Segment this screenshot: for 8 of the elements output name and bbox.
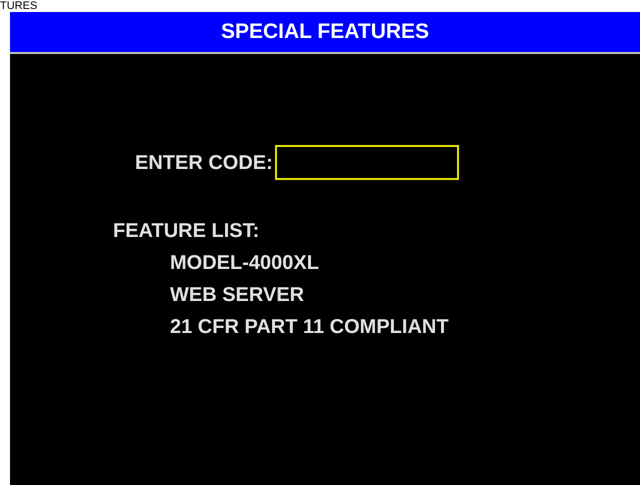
feature-item: WEB SERVER [170,283,306,308]
feature-item: 21 CFR PART 11 COMPLIANT [170,315,450,340]
feature-list-heading: FEATURE LIST: [113,219,260,244]
cut-off-heading: TURES [0,0,38,12]
window-title: SPECIAL FEATURES [10,12,640,54]
code-input-field[interactable] [274,145,459,180]
feature-item: MODEL-4000XL [170,251,320,276]
code-label: ENTER CODE: [135,150,273,176]
